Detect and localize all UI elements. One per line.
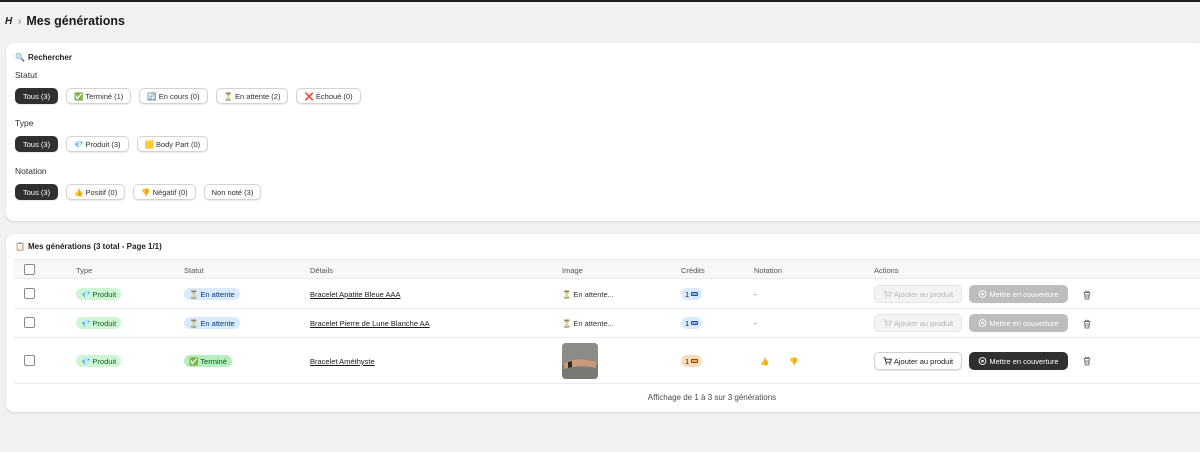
trash-icon[interactable] <box>1082 319 1092 329</box>
credits-badge: 1 <box>681 355 703 367</box>
add-to-product-label: Ajouter au produit <box>893 318 954 328</box>
chip-statut-all[interactable]: Tous (3) <box>15 88 59 104</box>
statut-label: Statut <box>15 70 38 80</box>
type-badge: 💎 Produit <box>76 317 122 329</box>
camera-icon <box>979 319 987 327</box>
credits-value: 1 <box>685 318 690 328</box>
set-cover-label: Mettre en couverture <box>989 356 1059 366</box>
col-details: Détails <box>310 266 333 275</box>
chip-notation-unrated[interactable]: Non noté (3) <box>203 184 262 200</box>
generations-heading: 📋 Mes générations (3 total - Page 1/1) <box>15 242 162 251</box>
col-statut: Statut <box>184 266 204 275</box>
notation-filter-chips: Tous (3) 👍 Positif (0) 👎 Négatif (0) Non… <box>15 184 262 200</box>
add-to-product-button[interactable]: Ajouter au produit <box>874 285 962 303</box>
generated-image-thumbnail[interactable] <box>562 343 598 379</box>
cart-icon <box>883 357 892 365</box>
notation-label: Notation <box>15 166 47 176</box>
statut-filter-chips: Tous (3) ✅ Terminé (1) 🔄 En cours (0) ⏳ … <box>15 88 361 104</box>
set-cover-button[interactable]: Mettre en couverture <box>969 285 1068 303</box>
col-notation: Notation <box>754 266 782 275</box>
chip-notation-negative[interactable]: 👎 Négatif (0) <box>133 184 196 200</box>
credit-card-icon <box>691 321 699 325</box>
credit-card-icon <box>691 292 699 296</box>
search-icon: 🔍 <box>15 53 25 62</box>
thumbs-down-button[interactable]: 👎 <box>789 357 798 366</box>
breadcrumb-chevron-icon: › <box>18 15 22 27</box>
clipboard-icon: 📋 <box>15 242 25 251</box>
details-link[interactable]: Bracelet Pierre de Lune Blanche AA <box>310 319 430 328</box>
cart-icon <box>883 319 892 327</box>
notation-value: - <box>754 290 757 299</box>
chip-statut-pending[interactable]: ⏳ En attente (2) <box>215 88 289 104</box>
type-filter-chips: Tous (3) 💎 Produit (3) 🟨 Body Part (0) <box>15 136 209 152</box>
set-cover-label: Mettre en couverture <box>989 318 1059 328</box>
chip-type-all[interactable]: Tous (3) <box>15 136 59 152</box>
cart-icon <box>883 290 892 298</box>
pagination-summary: Affichage de 1 à 3 sur 3 générations <box>647 393 777 402</box>
filters-card: 🔍 Rechercher Statut Tous (3) ✅ Terminé (… <box>6 43 1200 221</box>
details-link[interactable]: Bracelet Apatite Bleue AAA <box>310 290 400 299</box>
select-all-checkbox[interactable] <box>24 264 35 275</box>
generations-heading-label: Mes générations (3 total - Page 1/1) <box>27 242 162 251</box>
set-cover-button[interactable]: Mettre en couverture <box>969 352 1068 370</box>
set-cover-button[interactable]: Mettre en couverture <box>969 314 1068 332</box>
status-badge: ⏳ En attente <box>184 288 240 300</box>
chip-type-body-part[interactable]: 🟨 Body Part (0) <box>136 136 209 152</box>
image-pending-text: ⏳ En attente... <box>562 290 614 299</box>
row-checkbox[interactable] <box>24 317 35 328</box>
trash-icon[interactable] <box>1082 290 1092 300</box>
thumbs-up-button[interactable]: 👍 <box>760 357 769 366</box>
generations-card: 📋 Mes générations (3 total - Page 1/1) T… <box>6 234 1200 412</box>
add-to-product-button[interactable]: Ajouter au produit <box>874 314 962 332</box>
page-title: Mes générations <box>26 14 125 28</box>
camera-icon <box>979 357 987 365</box>
col-image: Image <box>562 266 583 275</box>
type-badge: 💎 Produit <box>76 355 122 367</box>
col-type: Type <box>76 266 93 275</box>
details-link[interactable]: Bracelet Améthyste <box>310 357 375 366</box>
add-to-product-label: Ajouter au produit <box>893 356 954 366</box>
col-credits: Crédits <box>681 266 705 275</box>
trash-icon[interactable] <box>1082 356 1092 366</box>
add-to-product-label: Ajouter au produit <box>893 289 954 299</box>
status-badge: ✅ Terminé <box>184 355 232 367</box>
chip-type-product[interactable]: 💎 Produit (3) <box>66 136 129 152</box>
camera-icon <box>979 290 987 298</box>
image-pending-text: ⏳ En attente... <box>562 319 614 328</box>
notation-value: - <box>754 319 757 328</box>
app-logo[interactable]: H <box>5 16 14 27</box>
table-header: Type Statut Détails Image Crédits Notati… <box>14 259 1200 279</box>
credits-value: 1 <box>685 289 690 299</box>
bracelet-photo <box>562 343 598 379</box>
status-badge: ⏳ En attente <box>184 317 240 329</box>
search-heading: 🔍 Rechercher <box>15 53 72 62</box>
type-label: Type <box>15 118 34 128</box>
chip-statut-done[interactable]: ✅ Terminé (1) <box>66 88 132 104</box>
chip-statut-failed[interactable]: ❌ Échoué (0) <box>296 88 361 104</box>
table-row: 💎 Produit ⏳ En attente Bracelet Pierre d… <box>14 309 1200 338</box>
type-badge: 💎 Produit <box>76 288 122 300</box>
set-cover-label: Mettre en couverture <box>989 289 1059 299</box>
table-row: 💎 Produit ✅ Terminé Bracelet Améthyste 1… <box>14 338 1200 384</box>
table-row: 💎 Produit ⏳ En attente Bracelet Apatite … <box>14 280 1200 309</box>
chip-notation-positive[interactable]: 👍 Positif (0) <box>66 184 126 200</box>
row-checkbox[interactable] <box>24 288 35 299</box>
chip-notation-all[interactable]: Tous (3) <box>15 184 59 200</box>
row-checkbox[interactable] <box>24 355 35 366</box>
page-header: H › Mes générations <box>0 4 1200 38</box>
chip-statut-in-progress[interactable]: 🔄 En cours (0) <box>139 88 208 104</box>
search-heading-label: Rechercher <box>27 53 72 62</box>
credit-card-icon <box>691 359 699 363</box>
credits-badge: 1 <box>681 317 703 329</box>
credits-badge: 1 <box>681 288 703 300</box>
credits-value: 1 <box>685 356 690 366</box>
add-to-product-button[interactable]: Ajouter au produit <box>874 352 962 370</box>
col-actions: Actions <box>874 266 899 275</box>
